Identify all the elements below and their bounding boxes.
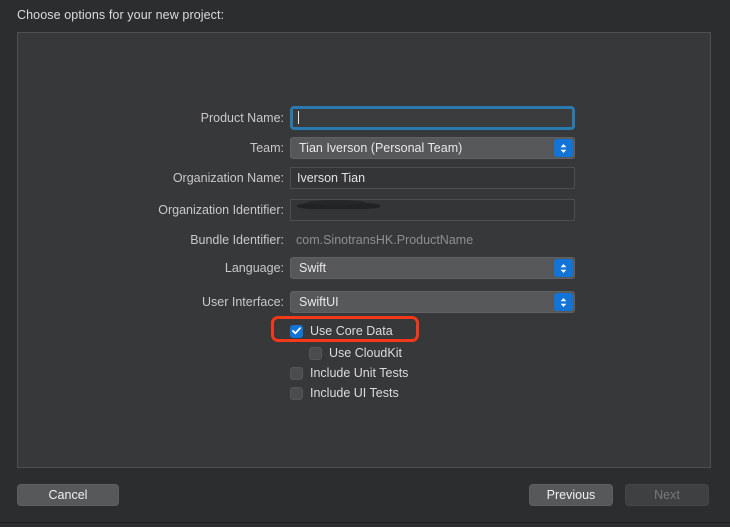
field-label: Team: bbox=[249, 141, 284, 155]
chevron-up-down-icon[interactable] bbox=[554, 259, 573, 277]
chevron-up-down-icon[interactable] bbox=[554, 293, 573, 311]
checkbox-label: Use CloudKit bbox=[329, 346, 402, 360]
form-row: Organization Name: Iverson Tian bbox=[18, 167, 712, 189]
checkbox-include-unit-tests[interactable]: Include Unit Tests bbox=[290, 363, 408, 383]
checkbox-use-core-data[interactable]: Use Core Data bbox=[290, 321, 393, 341]
organization-name-input-value: Iverson Tian bbox=[297, 171, 366, 185]
user-interface-popup-value: SwiftUI bbox=[299, 295, 339, 309]
checkbox-label: Include Unit Tests bbox=[310, 366, 409, 380]
project-options-panel: Product Name: Team: Tian Iverson (Personal… bbox=[17, 32, 711, 468]
bundle-identifier-value: com.SinotransHK.ProductName bbox=[296, 233, 474, 247]
redaction-mark bbox=[297, 200, 381, 209]
field-label: Organization Name: bbox=[172, 171, 284, 185]
form-row: Bundle Identifier: com.SinotransHK.Produc… bbox=[18, 229, 712, 251]
checkbox-include-ui-tests[interactable]: Include UI Tests bbox=[290, 383, 399, 403]
field-label: User Interface: bbox=[202, 295, 284, 309]
checkbox-label: Include UI Tests bbox=[310, 386, 399, 400]
organization-identifier-input[interactable] bbox=[290, 199, 575, 221]
field-label: Language: bbox=[224, 261, 284, 275]
chevron-up-down-icon[interactable] bbox=[554, 139, 573, 157]
previous-button[interactable]: Previous bbox=[529, 484, 613, 506]
form-row: Language: Swift bbox=[18, 257, 712, 279]
team-popup-value: Tian Iverson (Personal Team) bbox=[299, 141, 463, 155]
page-title: Choose options for your new project: bbox=[17, 8, 225, 22]
form-row: Product Name: bbox=[18, 106, 712, 130]
checkbox-label: Use Core Data bbox=[310, 324, 393, 338]
field-label: Product Name: bbox=[200, 111, 284, 125]
text-caret bbox=[298, 111, 299, 124]
product-name-input[interactable] bbox=[290, 106, 575, 130]
team-popup-button[interactable]: Tian Iverson (Personal Team) bbox=[290, 137, 575, 159]
empty-checkbox-icon[interactable] bbox=[290, 366, 303, 380]
empty-checkbox-icon[interactable] bbox=[309, 346, 322, 360]
language-popup-button[interactable]: Swift bbox=[290, 257, 575, 279]
next-button: Next bbox=[625, 484, 709, 506]
user-interface-popup-button[interactable]: SwiftUI bbox=[290, 291, 575, 313]
window-bottom-divider bbox=[0, 522, 730, 523]
empty-checkbox-icon[interactable] bbox=[290, 386, 303, 400]
language-popup-value: Swift bbox=[299, 261, 327, 275]
organization-name-input[interactable]: Iverson Tian bbox=[290, 167, 575, 189]
form-row: User Interface: SwiftUI bbox=[18, 291, 712, 313]
form-row: Team: Tian Iverson (Personal Team) bbox=[18, 137, 712, 159]
field-label: Organization Identifier: bbox=[158, 203, 284, 217]
checkmark-icon[interactable] bbox=[290, 324, 303, 338]
cancel-button[interactable]: Cancel bbox=[17, 484, 119, 506]
checkbox-use-cloudkit[interactable]: Use CloudKit bbox=[309, 343, 402, 363]
field-label: Bundle Identifier: bbox=[190, 233, 284, 247]
form-row: Organization Identifier: bbox=[18, 199, 712, 221]
